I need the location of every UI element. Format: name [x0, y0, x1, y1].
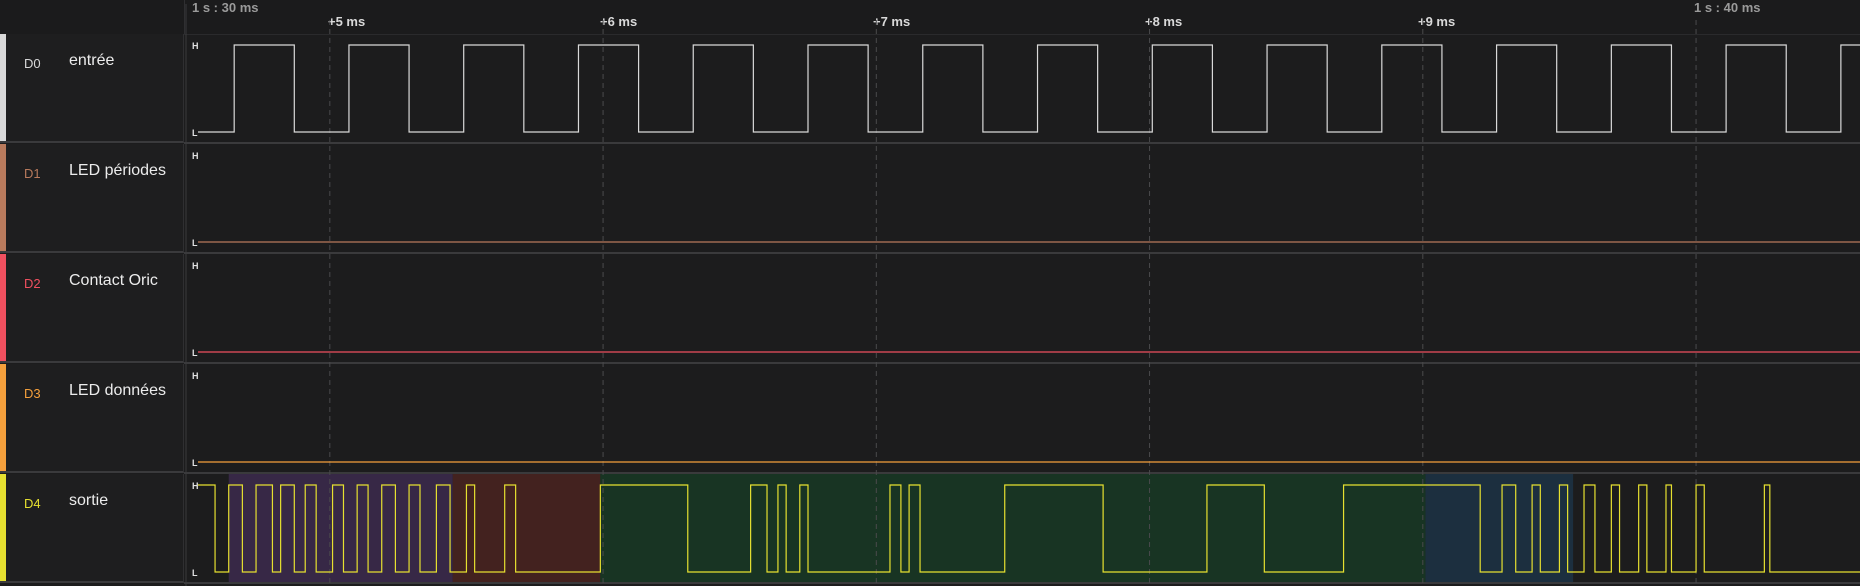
high-level-label: H [192, 481, 199, 491]
low-level-label: L [192, 348, 198, 358]
row-separator [184, 142, 1860, 144]
protocol-annotation-box [1425, 474, 1574, 582]
protocol-annotation-box [228, 474, 453, 582]
row-separator [184, 362, 1860, 364]
signal-trace-d0 [198, 44, 1860, 133]
high-level-label: H [192, 371, 199, 381]
waveform-area[interactable]: H L H L H L H L H L [0, 0, 1860, 586]
logic-analyzer-window: 1 s : 30 ms +5 ms +6 ms +7 ms +8 ms +9 m… [0, 0, 1860, 586]
low-level-label: L [192, 128, 198, 138]
high-level-label: H [192, 41, 199, 51]
low-level-label: L [192, 568, 198, 578]
row-separator [184, 252, 1860, 254]
protocol-annotation-box [600, 474, 1426, 582]
low-level-label: L [192, 238, 198, 248]
row-separator [184, 582, 1860, 584]
row-separator [184, 472, 1860, 474]
high-level-label: H [192, 151, 199, 161]
high-level-label: H [192, 261, 199, 271]
low-level-label: L [192, 458, 198, 468]
